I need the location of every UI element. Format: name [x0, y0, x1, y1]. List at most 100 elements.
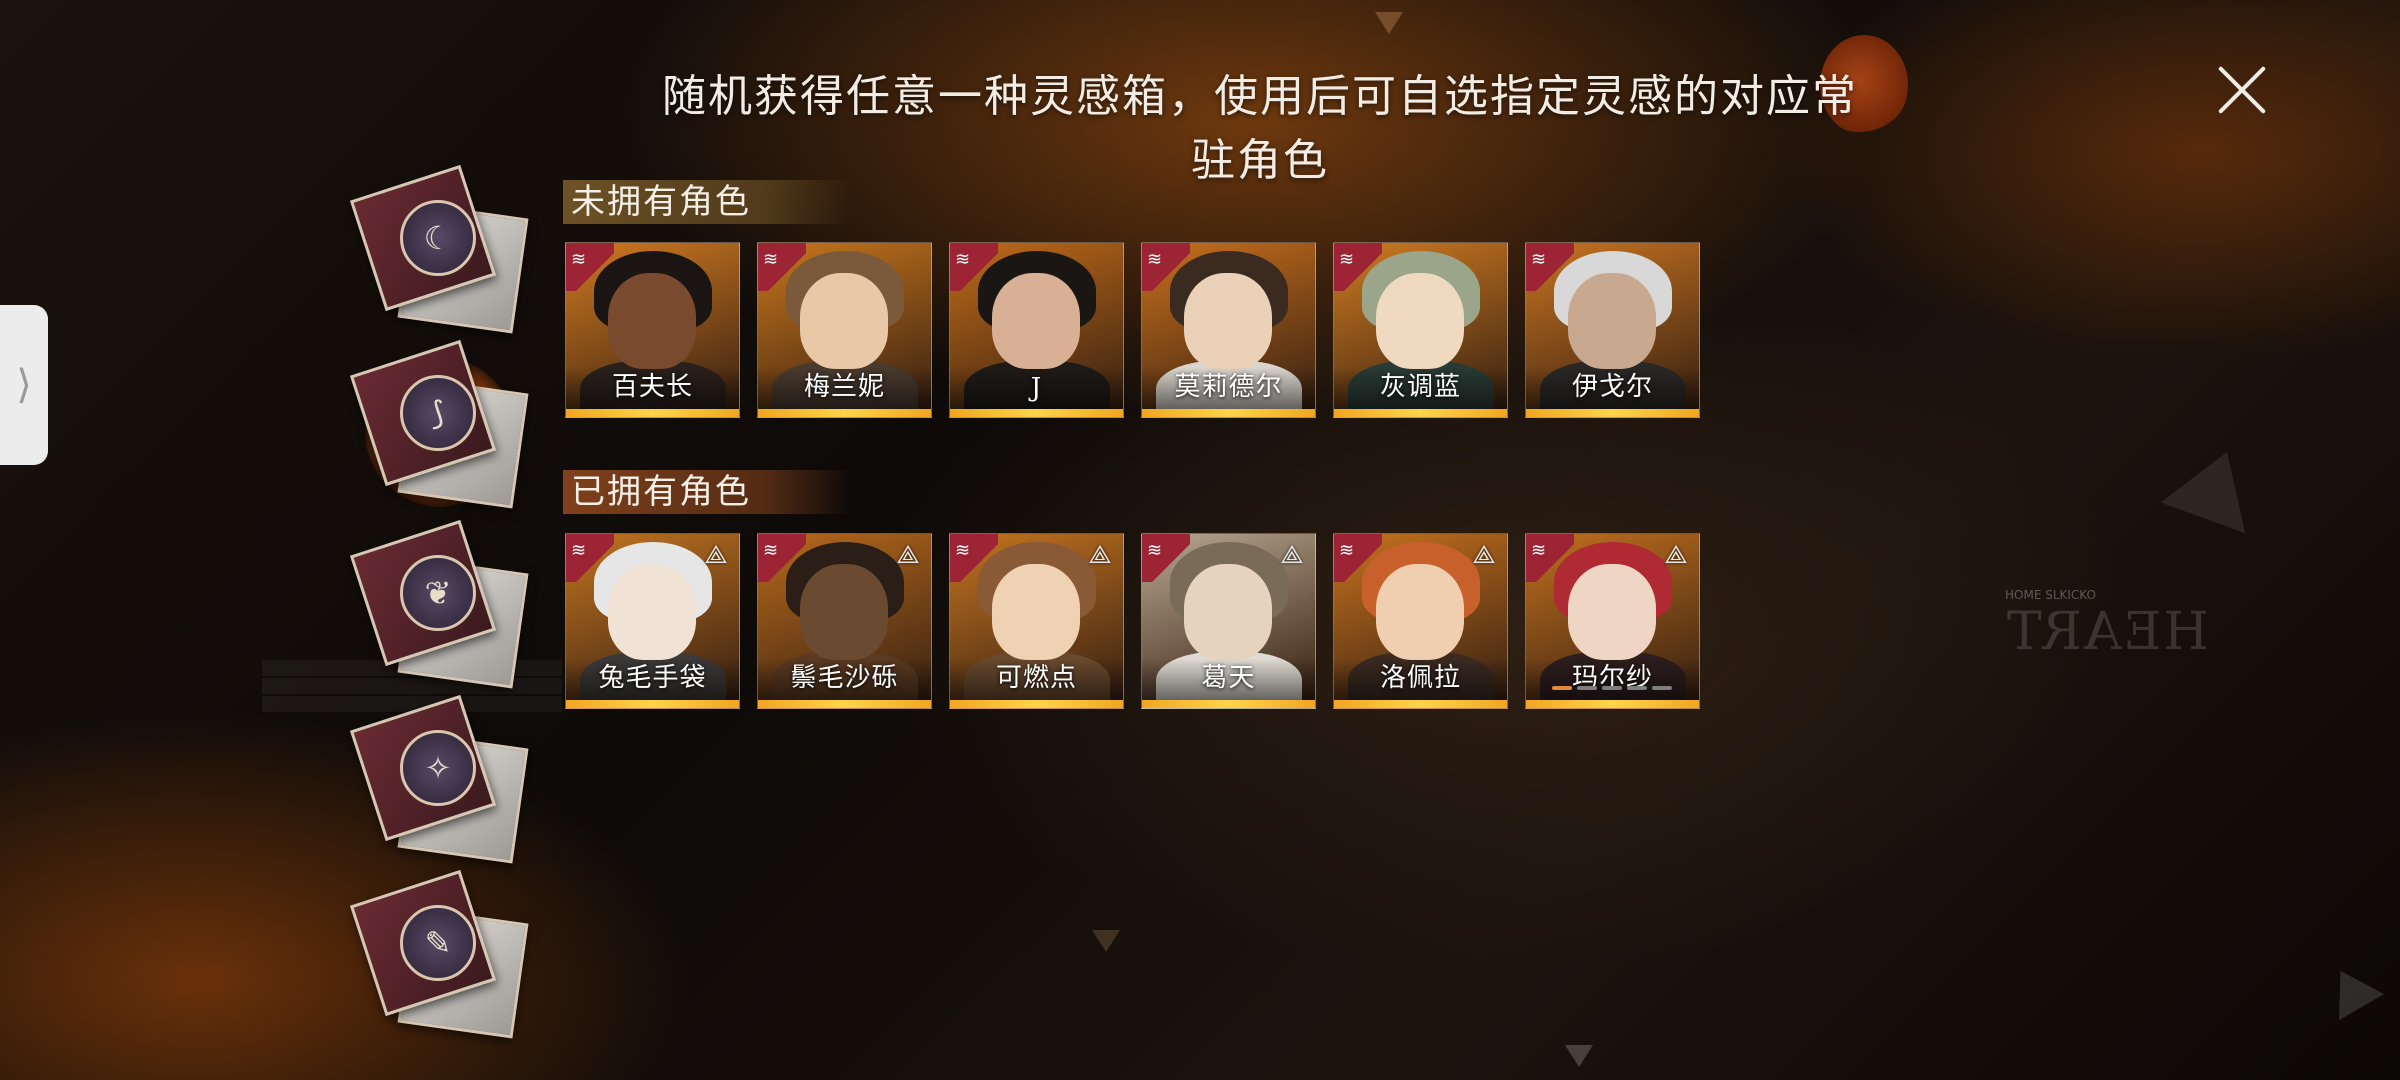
- inspiration-box-3[interactable]: ❦: [345, 519, 529, 689]
- character-name: 鬃毛沙砾: [790, 663, 899, 693]
- claw-mark-icon: ≋: [1531, 249, 1547, 270]
- claw-mark-icon: ≋: [571, 249, 587, 270]
- character-row-owned: ≋ ⟁ 兔毛手袋 ≋ ⟁ 鬃毛沙砾 ≋ ⟁ 可燃点 ≋ ⟁ 葛天 ≋ ⟁ 洛佩拉 ≋ ⟁ 玛尔纱: [565, 533, 1700, 709]
- triangle-rank-icon: ⟁: [896, 539, 920, 570]
- portrait-face: [1568, 564, 1656, 660]
- portrait-face: [800, 564, 888, 660]
- rarity-bar: [950, 700, 1123, 708]
- bg-triangle: [2160, 436, 2270, 534]
- rarity-bar: [1526, 409, 1699, 417]
- owned-character-card[interactable]: ≋ ⟁ 鬃毛沙砾: [757, 533, 932, 709]
- triangle-rank-icon: ⟁: [1472, 539, 1496, 570]
- rarity-bar: [1142, 700, 1315, 708]
- watermark-small-text: HOME SLKICKO: [2005, 588, 2096, 602]
- claw-icon: ⟆: [400, 375, 476, 451]
- character-row-not-owned: ≋ 百夫长 ≋ 梅兰妮 ≋ J ≋ 莫莉德尔 ≋ 灰调蓝 ≋ 伊戈尔: [565, 242, 1700, 418]
- rarity-bar: [1334, 700, 1507, 708]
- bg-triangle: [2317, 957, 2385, 1021]
- leaf-icon: ❦: [400, 555, 476, 631]
- character-name: 葛天: [1201, 663, 1256, 693]
- character-name: J: [1030, 373, 1043, 403]
- rarity-bar: [758, 700, 931, 708]
- claw-mark-icon: ≋: [1147, 249, 1163, 270]
- character-name: 兔毛手袋: [598, 663, 707, 693]
- faction-ribbon: ≋: [1334, 243, 1382, 291]
- portrait-face: [1376, 273, 1464, 369]
- section-title-owned: 已拥有角色: [563, 470, 851, 514]
- faction-ribbon: ≋: [758, 534, 806, 582]
- owned-character-card[interactable]: ≋ ⟁ 葛天: [1141, 533, 1316, 709]
- unowned-character-card[interactable]: ≋ J: [949, 242, 1124, 418]
- unowned-character-card[interactable]: ≋ 梅兰妮: [757, 242, 932, 418]
- inspiration-box-5[interactable]: ✎: [345, 869, 529, 1039]
- triangle-rank-icon: ⟁: [1088, 539, 1112, 570]
- unowned-character-card[interactable]: ≋ 伊戈尔: [1525, 242, 1700, 418]
- page-title: 随机获得任意一种灵感箱，使用后可自选指定灵感的对应常驻角色: [662, 71, 1858, 186]
- portrait-face: [1184, 564, 1272, 660]
- rank-pip: [1602, 686, 1622, 690]
- character-name: 洛佩拉: [1379, 663, 1461, 693]
- claw-mark-icon: ≋: [955, 540, 971, 561]
- claw-mark-icon: ≋: [763, 249, 779, 270]
- character-name: 梅兰妮: [803, 372, 885, 402]
- tools-icon: ✎: [400, 905, 476, 981]
- faction-ribbon: ≋: [566, 243, 614, 291]
- portrait-face: [992, 273, 1080, 369]
- owned-character-card[interactable]: ≋ ⟁ 洛佩拉: [1333, 533, 1508, 709]
- rank-pip: [1652, 686, 1672, 690]
- faction-ribbon: ≋: [950, 243, 998, 291]
- rarity-bar: [1334, 409, 1507, 417]
- star-icon: ✧: [400, 730, 476, 806]
- owned-character-card[interactable]: ≋ ⟁ 玛尔纱: [1525, 533, 1700, 709]
- owned-character-card[interactable]: ≋ ⟁ 可燃点: [949, 533, 1124, 709]
- owned-character-card[interactable]: ≋ ⟁ 兔毛手袋: [565, 533, 740, 709]
- faction-ribbon: ≋: [758, 243, 806, 291]
- portrait-face: [1184, 273, 1272, 369]
- portrait-face: [608, 273, 696, 369]
- bg-triangle: [1565, 1045, 1593, 1067]
- rarity-bar: [758, 409, 931, 417]
- faction-ribbon: ≋: [1526, 534, 1574, 582]
- faction-ribbon: ≋: [950, 534, 998, 582]
- claw-mark-icon: ≋: [763, 540, 779, 561]
- portrait-face: [1568, 273, 1656, 369]
- bg-triangle: [1092, 930, 1120, 952]
- character-name: 伊戈尔: [1571, 372, 1653, 402]
- close-button[interactable]: [2214, 62, 2270, 118]
- inspiration-box-4[interactable]: ✧: [345, 694, 529, 864]
- faction-ribbon: ≋: [1142, 243, 1190, 291]
- triangle-rank-icon: ⟁: [1664, 539, 1688, 570]
- portrait-face: [1376, 564, 1464, 660]
- faction-ribbon: ≋: [566, 534, 614, 582]
- inspiration-box-1[interactable]: ☾: [345, 164, 529, 334]
- claw-mark-icon: ≋: [1339, 540, 1355, 561]
- claw-mark-icon: ≋: [955, 249, 971, 270]
- watermark-logo: HEART: [2005, 602, 2209, 662]
- faction-ribbon: ≋: [1142, 534, 1190, 582]
- character-name: 莫莉德尔: [1174, 372, 1283, 402]
- inspiration-box-2[interactable]: ⟆: [345, 339, 529, 509]
- rank-pip: [1627, 686, 1647, 690]
- unowned-character-card[interactable]: ≋ 灰调蓝: [1333, 242, 1508, 418]
- rank-pips: [1552, 686, 1672, 690]
- moon-pyramid-icon: ☾: [400, 200, 476, 276]
- side-drawer-tab[interactable]: ⟩: [0, 305, 48, 465]
- rarity-bar: [566, 700, 739, 708]
- rarity-bar: [566, 409, 739, 417]
- box-list: ☾ ⟆ ❦ ✧ ✎: [335, 164, 535, 1050]
- unowned-character-card[interactable]: ≋ 莫莉德尔: [1141, 242, 1316, 418]
- portrait-face: [608, 564, 696, 660]
- claw-mark-icon: ≋: [571, 540, 587, 561]
- character-name: 百夫长: [611, 372, 693, 402]
- rank-pip: [1552, 686, 1572, 690]
- triangle-rank-icon: ⟁: [704, 539, 728, 570]
- chevron-right-icon: ⟩: [16, 362, 32, 408]
- character-name: 可燃点: [995, 663, 1077, 693]
- character-name: 灰调蓝: [1379, 372, 1461, 402]
- unowned-character-card[interactable]: ≋ 百夫长: [565, 242, 740, 418]
- rarity-bar: [950, 409, 1123, 417]
- rarity-bar: [1526, 700, 1699, 708]
- claw-mark-icon: ≋: [1147, 540, 1163, 561]
- triangle-rank-icon: ⟁: [1280, 539, 1304, 570]
- portrait-face: [992, 564, 1080, 660]
